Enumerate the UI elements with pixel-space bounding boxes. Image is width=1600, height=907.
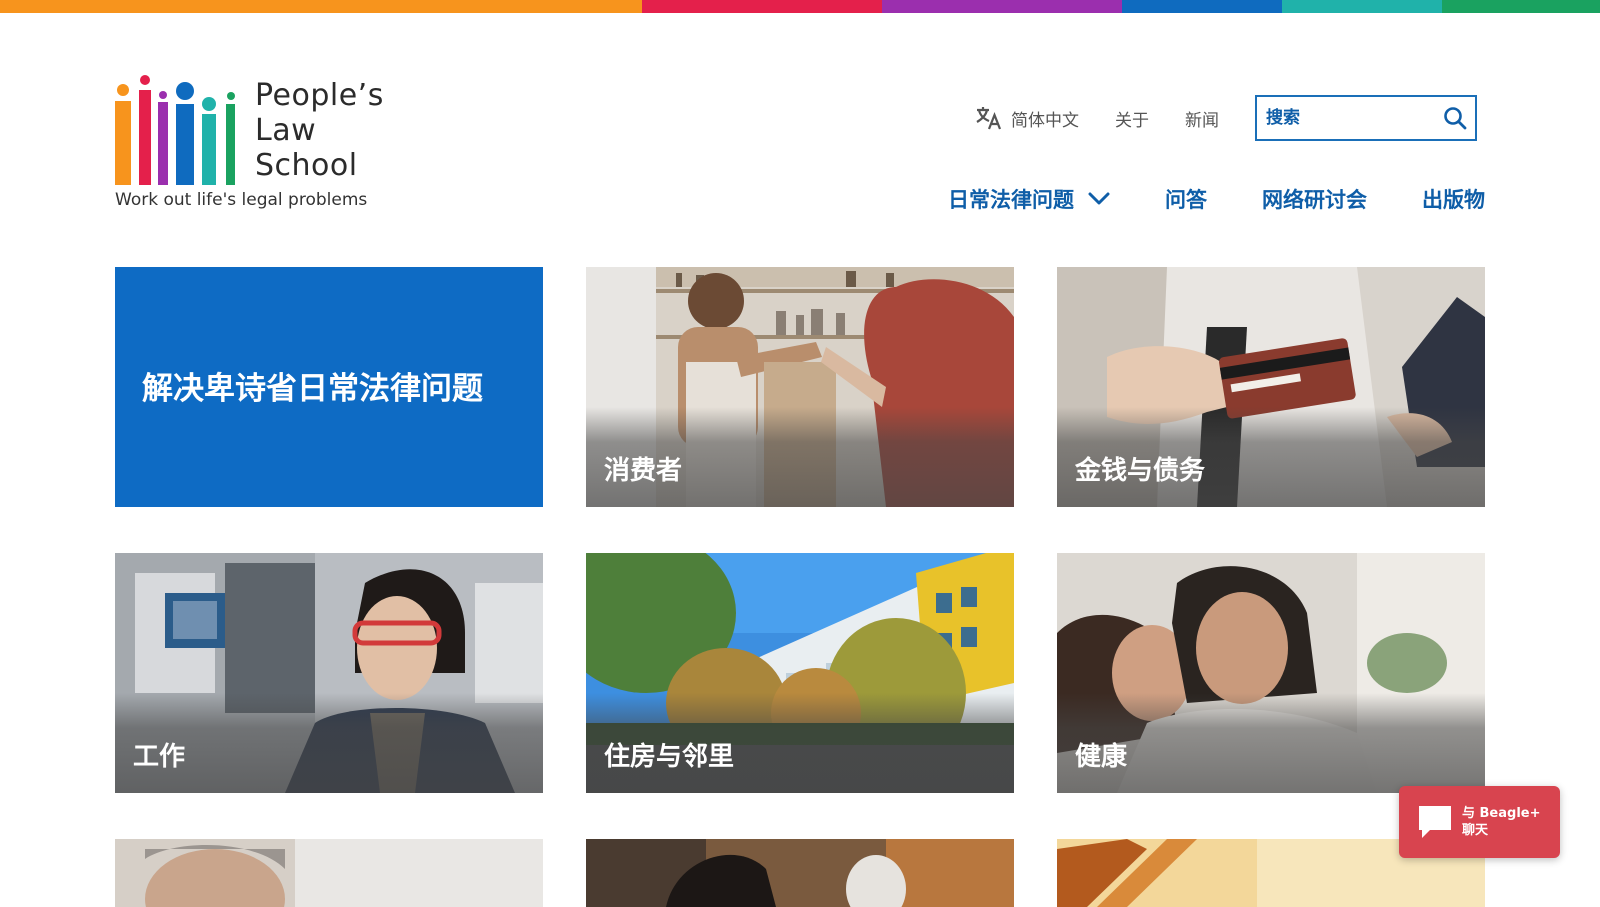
search-box (1255, 95, 1477, 141)
topic-card-work[interactable]: 工作 (115, 553, 543, 793)
card-photo (586, 839, 1014, 907)
topic-card-row3-1[interactable] (115, 839, 543, 907)
nav-everyday-legal-problems[interactable]: 日常法律问题 (948, 184, 1110, 214)
nav-publications[interactable]: 出版物 (1422, 184, 1485, 214)
topic-card-consumer[interactable]: 消费者 (586, 267, 1014, 507)
stripe-purple (882, 0, 1122, 13)
news-link[interactable]: 新闻 (1185, 106, 1219, 131)
utility-nav: 简体中文 关于 新闻 (975, 95, 1477, 141)
logo-name-line-1: People’s (255, 78, 384, 113)
topic-card-work-label: 工作 (133, 742, 186, 772)
language-switcher[interactable]: 简体中文 (975, 105, 1079, 131)
nav-webinars[interactable]: 网络研讨会 (1262, 184, 1367, 214)
logo-mark-icon (115, 75, 235, 185)
hero-card: 解决卑诗省日常法律问题 (115, 267, 543, 507)
stripe-red (642, 0, 882, 13)
stripe-teal (1282, 0, 1442, 13)
logo-tagline: Work out life's legal problems (115, 190, 368, 210)
logo-wordmark: People’s Law School (255, 78, 384, 183)
language-label: 简体中文 (1011, 110, 1079, 131)
chevron-down-icon (1088, 192, 1110, 205)
search-icon[interactable] (1443, 106, 1467, 130)
hero-heading: 解决卑诗省日常法律问题 (142, 371, 483, 407)
search-input[interactable] (1266, 108, 1426, 128)
chat-bubble-icon (1419, 806, 1451, 838)
nav-qa[interactable]: 问答 (1165, 184, 1207, 214)
topic-card-money-debt[interactable]: 金钱与债务 (1057, 267, 1485, 507)
topic-card-consumer-label: 消费者 (604, 456, 683, 486)
nav-everyday-legal-problems-label: 日常法律问题 (948, 188, 1074, 212)
topic-card-health[interactable]: 健康 (1057, 553, 1485, 793)
stripe-blue (1122, 0, 1282, 13)
translate-icon (976, 107, 1002, 130)
top-color-stripe (0, 0, 1600, 13)
topic-card-row3-2[interactable] (586, 839, 1014, 907)
card-photo (115, 839, 543, 907)
main-nav: 日常法律问题 问答 网络研讨会 出版物 (948, 184, 1485, 214)
chat-widget-label: 与 Beagle+ 聊天 (1462, 805, 1541, 839)
site-logo[interactable]: People’s Law School Work out life's lega… (115, 70, 415, 220)
stripe-green (1442, 0, 1600, 13)
logo-name-line-2: Law (255, 113, 317, 148)
logo-name-line-3: School (255, 148, 358, 183)
chat-widget-button[interactable]: 与 Beagle+ 聊天 (1399, 786, 1560, 858)
topic-card-health-label: 健康 (1075, 742, 1128, 772)
about-link[interactable]: 关于 (1115, 106, 1149, 131)
topic-card-money-debt-label: 金钱与债务 (1075, 456, 1206, 486)
stripe-orange (0, 0, 642, 13)
topic-card-housing-neighbours[interactable]: 住房与邻里 (586, 553, 1014, 793)
chat-widget-line-1: 与 Beagle+ (1462, 806, 1541, 821)
chat-widget-line-2: 聊天 (1462, 823, 1489, 838)
topic-card-housing-label: 住房与邻里 (604, 742, 735, 772)
